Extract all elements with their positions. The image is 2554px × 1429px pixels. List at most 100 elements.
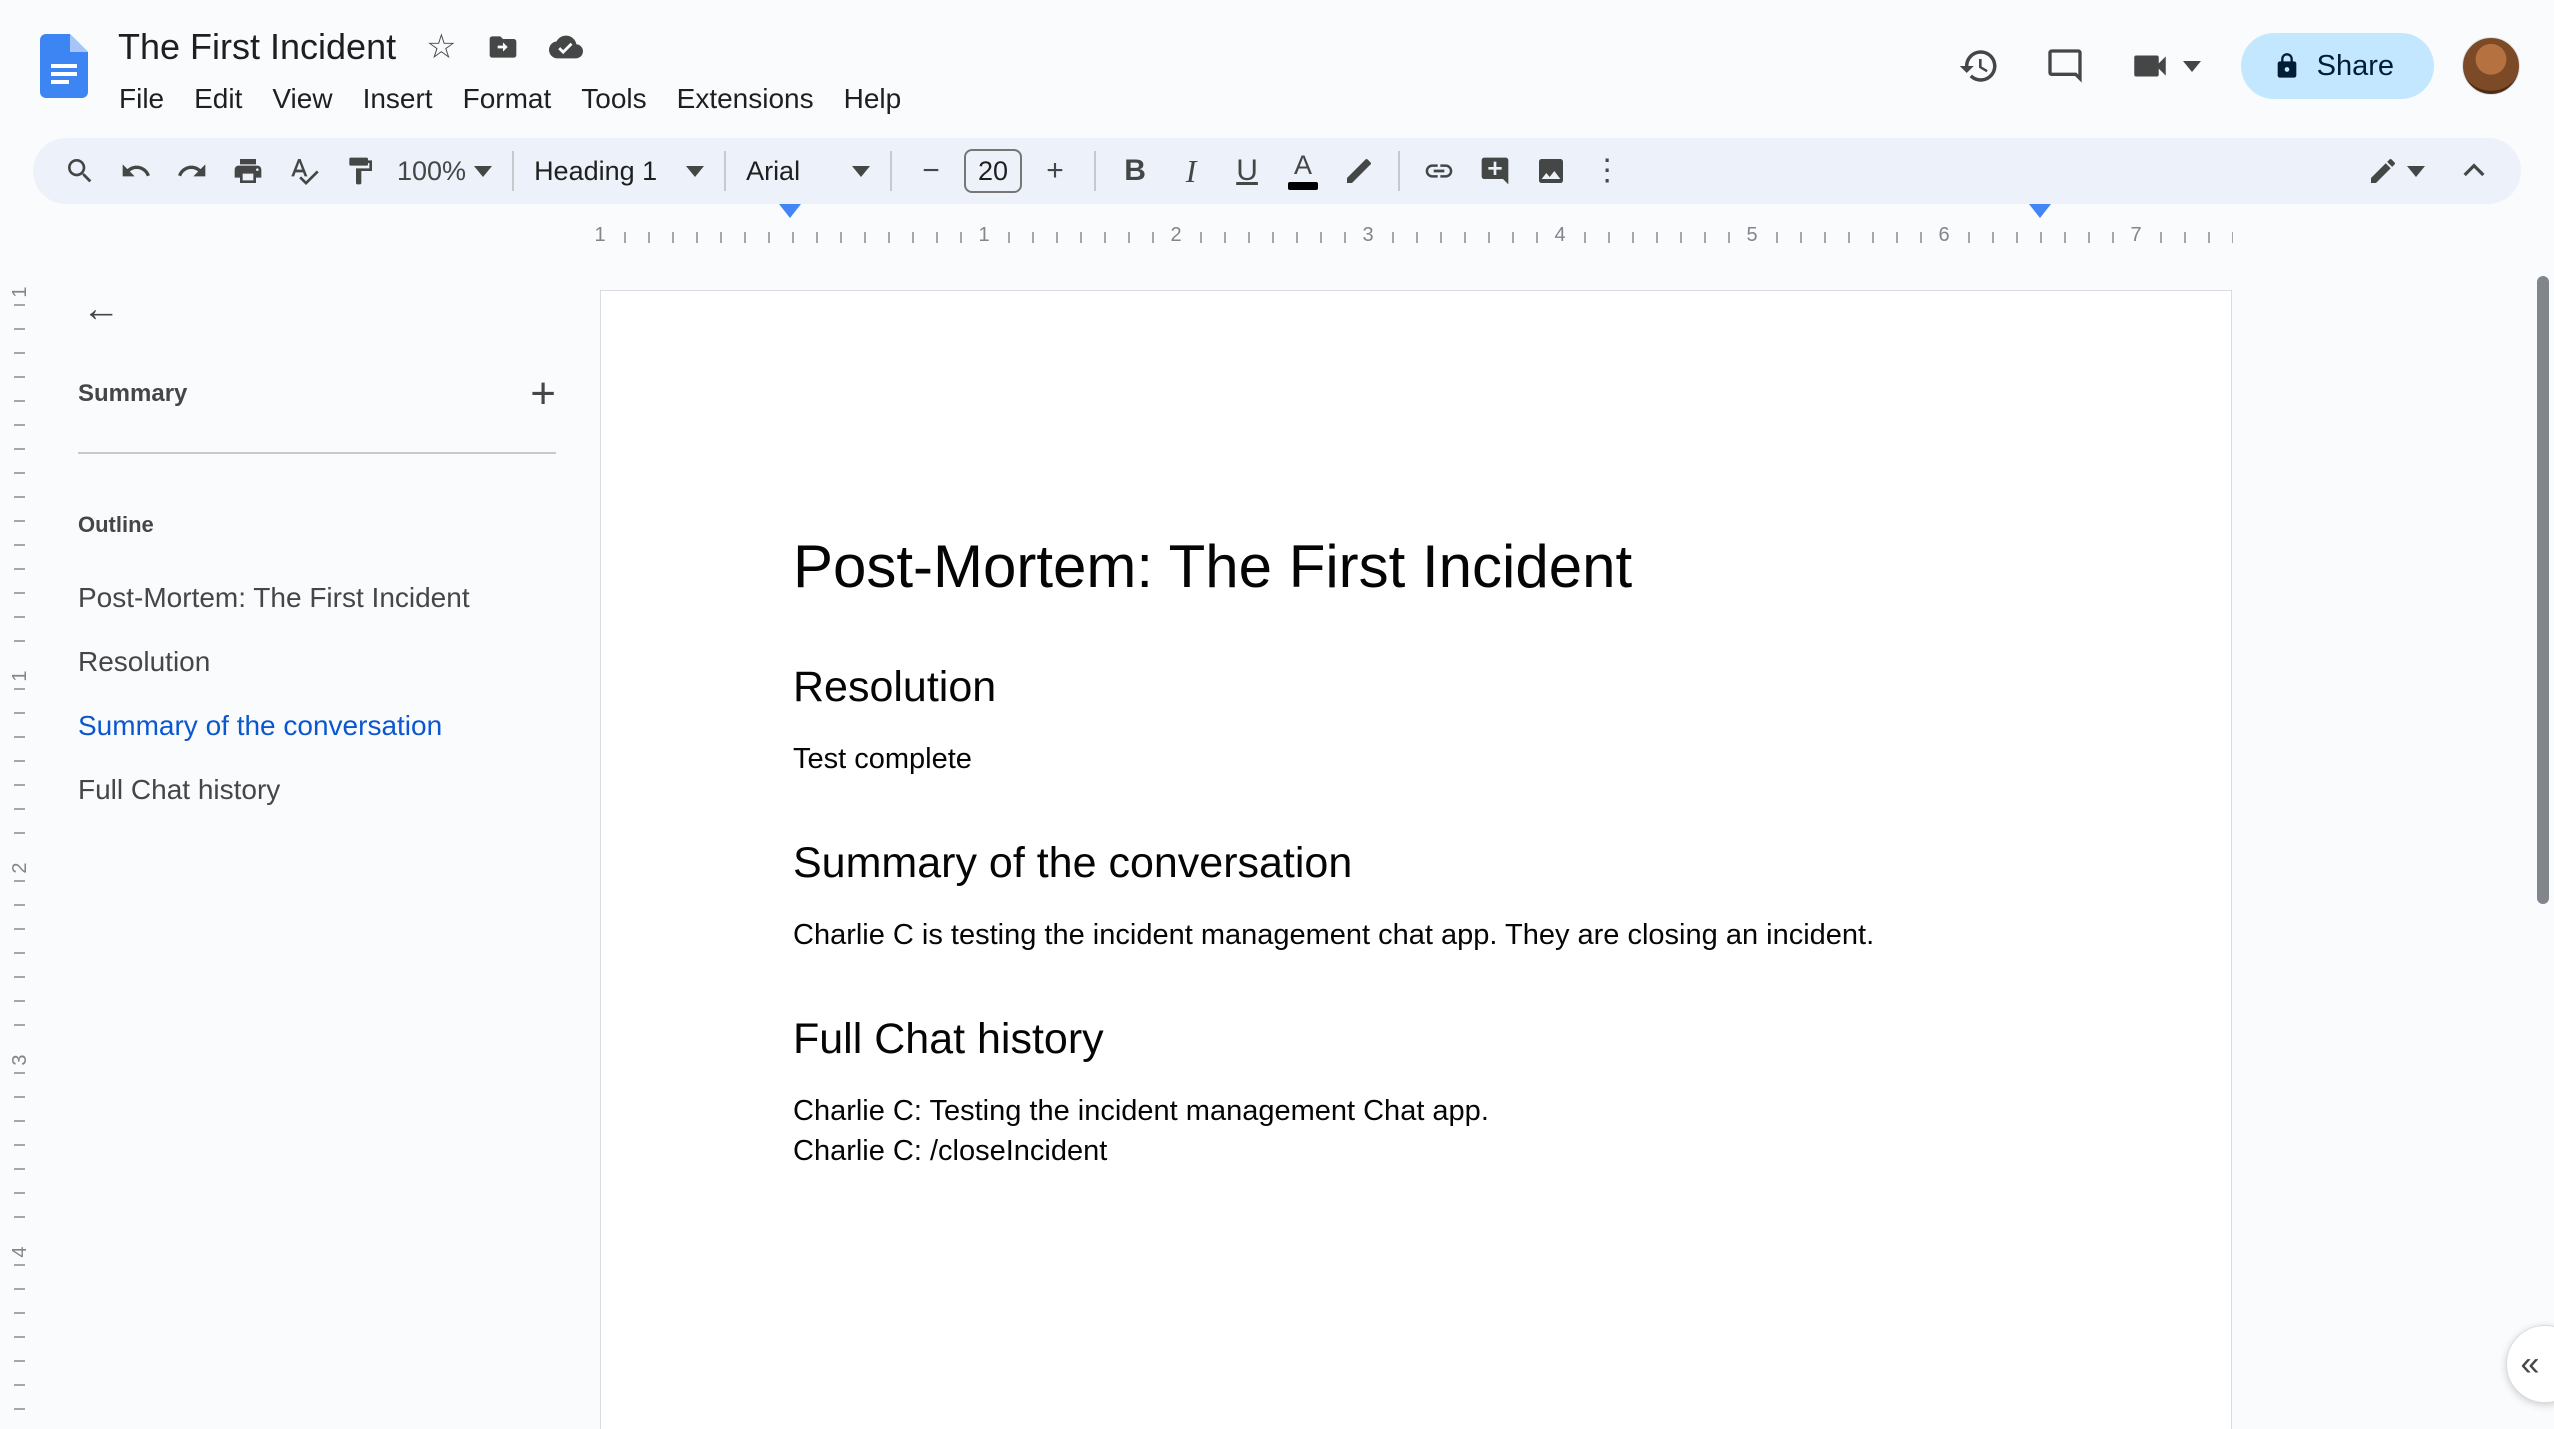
outline-heading: Outline [78, 512, 154, 537]
ruler-number: 1 [8, 664, 32, 688]
menu-insert[interactable]: Insert [348, 77, 448, 121]
ruler-number: 5 [1740, 223, 1764, 247]
text-color-button[interactable]: A [1276, 144, 1330, 198]
right-indent-marker[interactable] [2029, 204, 2051, 236]
paint-format-button[interactable] [333, 144, 387, 198]
ruler-number: 1 [8, 280, 32, 304]
ruler-number: 2 [1164, 223, 1188, 247]
ruler-number: 6 [1932, 223, 1956, 247]
zoom-select[interactable]: 100% [389, 144, 500, 198]
horizontal-ruler[interactable]: 1 1 2 3 4 5 6 7 [588, 204, 2233, 254]
toolbar-divider [1398, 151, 1401, 191]
redo-button[interactable] [165, 144, 219, 198]
menu-help[interactable]: Help [829, 77, 917, 121]
document-page[interactable]: Post-Mortem: The First Incident Resoluti… [600, 290, 2232, 1429]
chevron-down-icon [2182, 60, 2201, 72]
close-panel-button[interactable]: ← [72, 280, 130, 338]
doc-paragraph[interactable]: Charlie C: Testing the incident manageme… [793, 1091, 2039, 1131]
menu-view[interactable]: View [257, 77, 347, 121]
insert-link-button[interactable] [1412, 144, 1466, 198]
ruler-number: 7 [2124, 223, 2148, 247]
summary-heading: Summary [78, 380, 188, 407]
underline-icon: U [1236, 154, 1258, 187]
menu-edit[interactable]: Edit [179, 77, 257, 121]
ruler-number: 1 [972, 223, 996, 247]
share-label: Share [2316, 49, 2394, 82]
left-indent-marker[interactable] [779, 204, 801, 236]
outline-item[interactable]: Resolution [78, 630, 592, 694]
doc-section-heading[interactable]: Full Chat history [793, 1013, 2039, 1065]
add-summary-button[interactable]: + [530, 372, 556, 416]
spellcheck-button[interactable] [277, 144, 331, 198]
decrease-font-size-button[interactable]: − [904, 144, 958, 198]
share-button[interactable]: Share [2240, 33, 2434, 99]
hide-menus-button[interactable] [2447, 144, 2501, 198]
back-arrow-icon: ← [82, 287, 120, 330]
outline-item[interactable]: Post-Mortem: The First Incident [78, 566, 592, 630]
print-button[interactable] [221, 144, 275, 198]
docs-logo[interactable] [36, 34, 92, 98]
toolbar-divider [890, 151, 893, 191]
chevron-down-icon [686, 165, 705, 177]
ruler-number: 3 [8, 1048, 32, 1072]
meet-video-icon[interactable] [2113, 28, 2217, 104]
document-title[interactable]: The First Incident [118, 26, 396, 68]
chevron-down-icon [852, 165, 871, 177]
outline-item-label: Summary of the conversation [78, 710, 443, 741]
ruler-number: 1 [588, 223, 612, 247]
doc-paragraph[interactable]: Charlie C is testing the incident manage… [793, 915, 2039, 955]
outline-item[interactable]: Full Chat history [78, 758, 592, 822]
menu-tools[interactable]: Tools [566, 77, 661, 121]
paragraph-style-select[interactable]: Heading 1 [526, 144, 712, 198]
outline-list: Post-Mortem: The First Incident Resoluti… [78, 566, 592, 822]
header-actions: Share [1941, 28, 2554, 104]
chevron-down-icon [474, 165, 493, 177]
outline-item-active[interactable]: Summary of the conversation [78, 694, 592, 758]
font-size-input[interactable]: 20 [964, 149, 1023, 193]
ruler-ticks [600, 232, 2233, 243]
toolbar: 100% Heading 1 Arial − 20 + B I U A ⋮ [33, 138, 2521, 204]
bold-icon: B [1124, 154, 1146, 187]
star-icon[interactable]: ☆ [426, 27, 456, 67]
collapse-side-panel-button[interactable]: « [2506, 1325, 2554, 1403]
add-comment-button[interactable] [1468, 144, 1522, 198]
version-history-icon[interactable] [1941, 28, 2017, 104]
move-folder-icon[interactable] [487, 31, 519, 63]
menu-bar: File Edit View Insert Format Tools Exten… [104, 77, 916, 121]
menu-format[interactable]: Format [448, 77, 567, 121]
menu-extensions[interactable]: Extensions [662, 77, 829, 121]
editing-mode-button[interactable] [2359, 144, 2433, 198]
menu-file[interactable]: File [104, 77, 179, 121]
search-menus-icon[interactable] [53, 144, 107, 198]
title-block: The First Incident ☆ File Edit View Inse… [118, 11, 916, 121]
font-family-select[interactable]: Arial [738, 144, 878, 198]
insert-image-button[interactable] [1524, 144, 1578, 198]
highlight-color-button[interactable] [1332, 144, 1386, 198]
toolbar-divider [512, 151, 515, 191]
double-chevron-left-icon: « [2520, 1344, 2540, 1383]
doc-section-heading[interactable]: Resolution [793, 661, 2039, 713]
plus-icon: + [1046, 154, 1064, 187]
comments-icon[interactable] [2027, 28, 2103, 104]
increase-font-size-button[interactable]: + [1028, 144, 1082, 198]
ruler-number: 3 [1356, 223, 1380, 247]
doc-title-heading[interactable]: Post-Mortem: The First Incident [793, 531, 2039, 603]
doc-paragraph[interactable]: Charlie C: /closeIncident [793, 1131, 2039, 1171]
more-toolbar-options-button[interactable]: ⋮ [1580, 144, 1634, 198]
italic-button[interactable]: I [1164, 144, 1218, 198]
divider [78, 452, 556, 454]
cloud-status-icon[interactable] [548, 30, 583, 64]
doc-paragraph[interactable]: Test complete [793, 739, 2039, 779]
plus-icon: + [530, 369, 556, 418]
vertical-scrollbar-thumb[interactable] [2537, 276, 2549, 904]
paragraph-style-value: Heading 1 [534, 155, 658, 186]
minus-icon: − [922, 154, 940, 187]
zoom-value: 100% [397, 155, 467, 186]
underline-button[interactable]: U [1220, 144, 1274, 198]
undo-button[interactable] [109, 144, 163, 198]
doc-section-heading[interactable]: Summary of the conversation [793, 837, 2039, 889]
font-family-value: Arial [746, 155, 801, 186]
bold-button[interactable]: B [1108, 144, 1162, 198]
avatar[interactable] [2462, 37, 2520, 95]
text-color-icon: A [1288, 152, 1319, 190]
